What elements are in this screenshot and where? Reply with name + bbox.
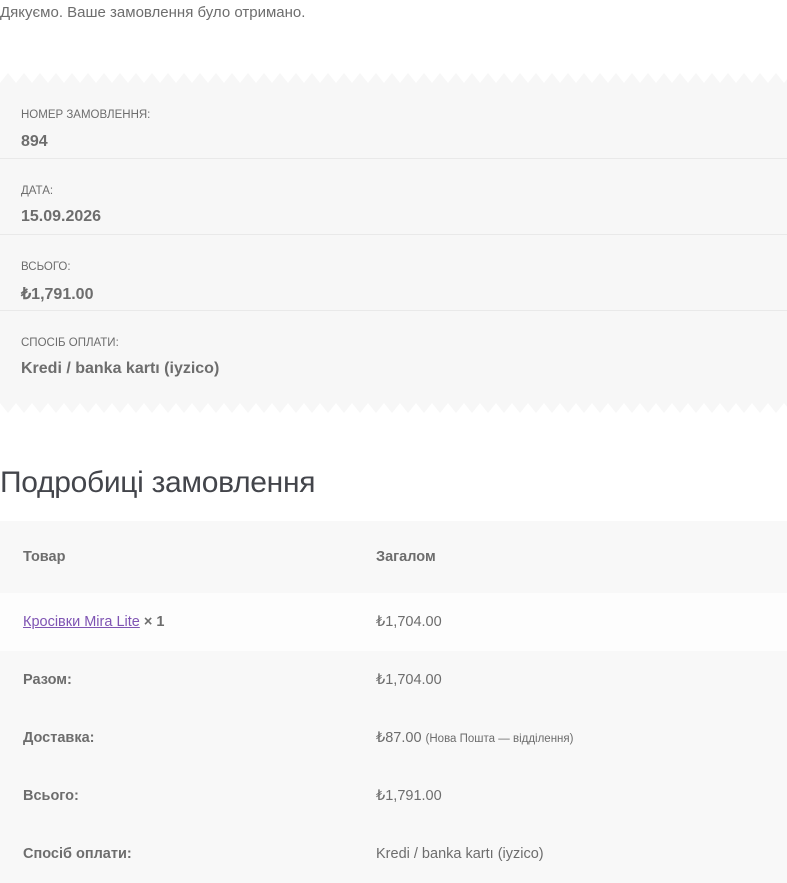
overview-zigzag-top [0, 73, 787, 83]
payment-method-row-label: Спосіб оплати: [23, 846, 132, 862]
order-overview: Номер замовлення: 894 Дата: 15.09.2026 В… [0, 83, 787, 403]
table-row-subtotal: Разом: ₺1,704.00 [0, 651, 787, 709]
overview-payment-method: Спосіб оплати: Kredi / banka kartı (iyzi… [0, 311, 787, 387]
order-received-notice: Дякуємо. Ваше замовлення було отримано. [0, 4, 306, 21]
column-header-total: Загалом [376, 549, 436, 565]
product-quantity: × 1 [143, 614, 165, 630]
table-row-product: Кросівки Mira Lite × 1 ₺1,704.00 [0, 593, 787, 651]
shipping-cell: ₺87.00 (Нова Пошта — відділення) [376, 730, 573, 746]
total-value: ₺1,791.00 [21, 286, 94, 303]
date-label: Дата: [21, 185, 54, 197]
order-details-heading: Подробиці замовлення [0, 466, 316, 499]
overview-date: Дата: 15.09.2026 [0, 159, 787, 235]
product-total: ₺1,704.00 [376, 614, 442, 630]
grand-total-value: ₺1,791.00 [376, 788, 442, 804]
shipping-label: Доставка: [23, 730, 95, 746]
subtotal-label: Разом: [23, 672, 72, 688]
product-cell: Кросівки Mira Lite × 1 [23, 614, 164, 630]
payment-method-label: Спосіб оплати: [21, 337, 119, 349]
shipping-value: ₺87.00 [376, 730, 422, 746]
payment-method-row-value: Kredi / banka kartı (iyzico) [376, 846, 544, 862]
grand-total-label: Всього: [23, 788, 79, 804]
overview-zigzag-bottom [0, 403, 787, 413]
overview-total: Всього: ₺1,791.00 [0, 235, 787, 311]
column-header-product: Товар [23, 549, 66, 565]
table-row-shipping: Доставка: ₺87.00 (Нова Пошта — відділенн… [0, 709, 787, 767]
total-label: Всього: [21, 261, 71, 273]
table-header-row: Товар Загалом [0, 521, 787, 593]
table-row-grand-total: Всього: ₺1,791.00 [0, 767, 787, 825]
overview-order-number: Номер замовлення: 894 [0, 83, 787, 159]
product-link[interactable]: Кросівки Mira Lite [23, 614, 140, 630]
order-number-label: Номер замовлення: [21, 109, 151, 121]
table-row-payment-method: Спосіб оплати: Kredi / banka kartı (iyzi… [0, 825, 787, 883]
subtotal-value: ₺1,704.00 [376, 672, 442, 688]
order-details-table: Товар Загалом Кросівки Mira Lite × 1 ₺1,… [0, 521, 787, 883]
shipping-method: (Нова Пошта — відділення) [425, 733, 574, 745]
payment-method-value: Kredi / banka kartı (iyzico) [21, 360, 220, 377]
order-number-value: 894 [21, 133, 48, 150]
date-value: 15.09.2026 [21, 208, 102, 225]
